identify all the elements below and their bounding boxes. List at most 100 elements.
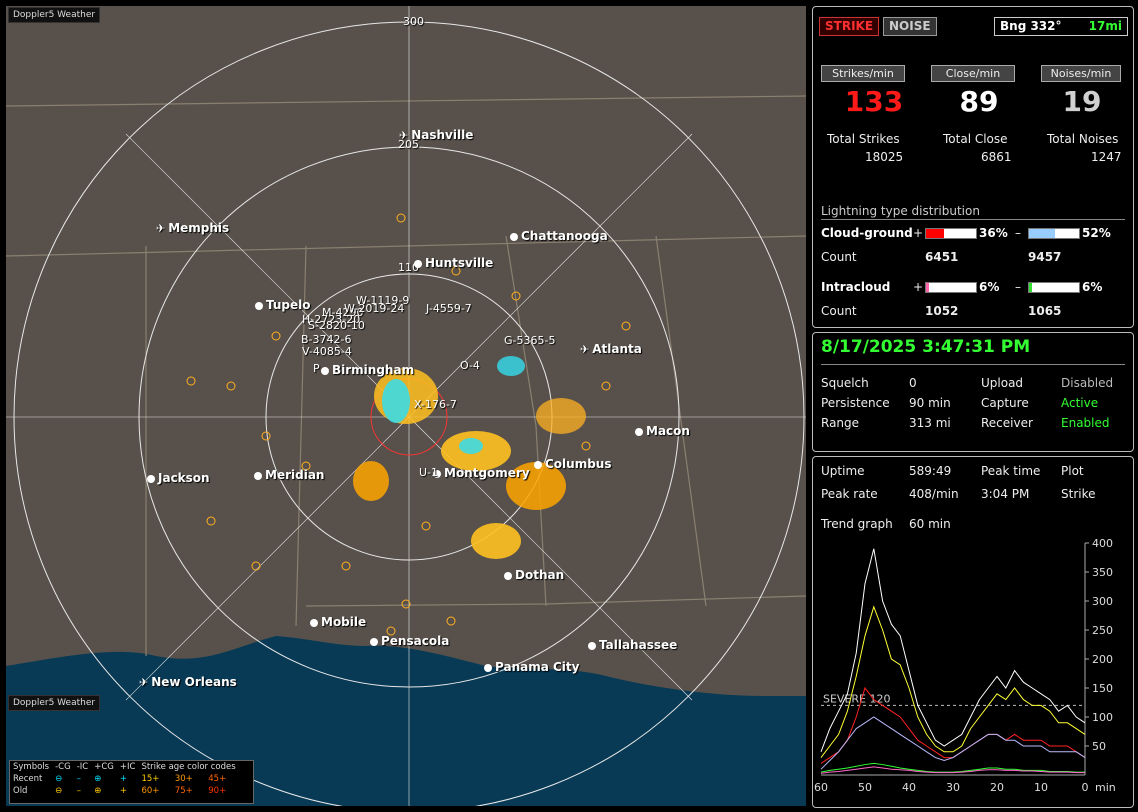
total-noises-value: 1247 [1091, 150, 1122, 164]
city-meridian: Meridian [254, 468, 324, 482]
lightning-map[interactable]: Doppler5 Weather Doppler5 Weather 300 20… [6, 6, 806, 806]
city-dothan: Dothan [504, 568, 564, 582]
storm-cell-label[interactable]: P [313, 362, 320, 375]
trend-graph: 5010015020025030035040060 50 40 30 20 10 0 minS… [814, 537, 1116, 794]
cg-plus-count: 6451 [925, 250, 959, 264]
strikes-per-min-value: 133 [844, 85, 904, 118]
storm-cell-label[interactable]: O-4 [460, 359, 480, 372]
storm-cell-label[interactable]: U-1 [419, 466, 438, 479]
minus-cg-recent-icon: ⊖ [55, 774, 63, 784]
total-close-value: 6861 [981, 150, 1012, 164]
city-chattanooga: Chattanooga [510, 229, 608, 243]
plot-label: Plot [1061, 464, 1084, 478]
city-name: Pensacola [381, 634, 450, 648]
city-name: Mobile [321, 615, 367, 629]
city-name: New Orleans [151, 675, 237, 689]
receiver-label: Receiver [981, 416, 1033, 430]
range-label: Range [821, 416, 860, 430]
storm-cell-label[interactable]: X-176-7 [414, 398, 457, 411]
legend-age: Strike age color codes [141, 762, 236, 772]
x-tick-label: 0 [1082, 781, 1089, 794]
age-recent-2: 30+ [174, 774, 193, 784]
minus-ic-recent-icon: – [76, 774, 81, 784]
x-unit-label: min [1095, 781, 1116, 794]
city-huntsville: Huntsville [414, 256, 493, 270]
storm-cell-label[interactable]: G-5365-5 [504, 334, 555, 347]
strike-button[interactable]: STRIKE [819, 17, 880, 36]
ic-minus-bar [1028, 282, 1080, 293]
x-tick-label: 10 [1034, 781, 1048, 794]
age-recent-1: 15+ [141, 774, 160, 784]
storm-cell-label[interactable]: V-4085-4 [302, 345, 352, 358]
x-tick-label: 50 [858, 781, 872, 794]
distribution-title: Lightning type distribution [821, 204, 980, 218]
city-tupelo: Tupelo [255, 298, 311, 312]
range-label-300: 300 [403, 15, 424, 28]
ic-minus-count: 1065 [1028, 304, 1062, 318]
map-legend: Symbols -CG -IC +CG +IC Strike age color… [9, 760, 254, 804]
airport-icon: ✈ [139, 676, 149, 689]
trend-series-1 [820, 605, 1086, 758]
close-per-min-label: Close/min [931, 65, 1015, 82]
noises-per-min-value: 19 [1062, 85, 1102, 118]
receiver-value: Enabled [1061, 416, 1110, 430]
city-dot-icon [588, 641, 596, 650]
storm-cell-label[interactable]: S-2820-10 [308, 319, 365, 332]
cg-minus-bar [1028, 228, 1080, 239]
strike-stats-panel: STRIKE NOISE Bng 332° 17mi Strikes/min C… [812, 6, 1134, 328]
y-tick-label: 200 [1092, 653, 1113, 666]
city-nashville: ✈ Nashville [399, 128, 473, 142]
legend-mic: -IC [76, 762, 89, 772]
noise-button[interactable]: NOISE [883, 17, 937, 36]
city-atlanta: ✈ Atlanta [580, 342, 642, 356]
city-macon: Macon [635, 424, 690, 438]
trend-panel: Uptime 589:49 Peak time Plot Peak rate 4… [812, 456, 1134, 808]
city-name: Huntsville [425, 256, 494, 270]
squelch-value: 0 [909, 376, 917, 390]
distance-value: 17mi [1088, 19, 1122, 33]
legend-mcg: -CG [55, 762, 71, 772]
status-panel: 8/17/2025 3:47:31 PM Squelch 0 Upload Di… [812, 332, 1134, 452]
ic-minus-pct: 6% [1082, 280, 1103, 294]
city-birmingham: Birmingham [321, 363, 414, 377]
city-montgomery: Montgomery [433, 466, 530, 480]
app-badge-bottom: Doppler5 Weather [8, 695, 101, 711]
city-name: Tupelo [266, 298, 311, 312]
city-dot-icon [254, 471, 262, 480]
city-dot-icon [255, 301, 263, 310]
squelch-label: Squelch [821, 376, 869, 390]
close-per-min-value: 89 [959, 85, 999, 118]
y-tick-label: 350 [1092, 566, 1113, 579]
plot-value[interactable]: Strike [1061, 487, 1096, 501]
legend-pcg: +CG [94, 762, 114, 772]
legend-symbols: Symbols [13, 762, 50, 772]
cg-minus-count: 9457 [1028, 250, 1062, 264]
storm-cell-label[interactable]: J-4559-7 [426, 302, 472, 315]
city-dot-icon [321, 366, 329, 375]
ic-minus-sign: – [1015, 280, 1021, 294]
city-mobile: Mobile [310, 615, 366, 629]
airport-icon: ✈ [156, 222, 166, 235]
total-strikes-label: Total Strikes [827, 132, 900, 146]
city-panamacity: Panama City [484, 660, 579, 674]
map-svg [6, 6, 806, 806]
noises-per-min-label: Noises/min [1041, 65, 1121, 82]
uptime-value: 589:49 [909, 464, 952, 478]
age-old-1: 60+ [141, 786, 160, 796]
app-badge: Doppler5 Weather [8, 7, 101, 23]
city-dot-icon [484, 663, 492, 672]
city-dot-icon [510, 232, 518, 241]
city-name: Columbus [545, 457, 612, 471]
x-tick-label: 60 [814, 781, 828, 794]
trend-value: 60 min [909, 517, 951, 531]
city-name: Atlanta [592, 342, 642, 356]
x-tick-label: 40 [902, 781, 916, 794]
plus-ic-recent-icon: + [119, 774, 127, 784]
airport-icon: ✈ [399, 129, 409, 142]
cg-plus-sign: + [913, 226, 924, 240]
city-dot-icon [147, 474, 155, 483]
city-name: Chattanooga [521, 229, 608, 243]
city-dot-icon [635, 427, 643, 436]
y-tick-label: 100 [1092, 711, 1113, 724]
range-value: 313 mi [909, 416, 951, 430]
